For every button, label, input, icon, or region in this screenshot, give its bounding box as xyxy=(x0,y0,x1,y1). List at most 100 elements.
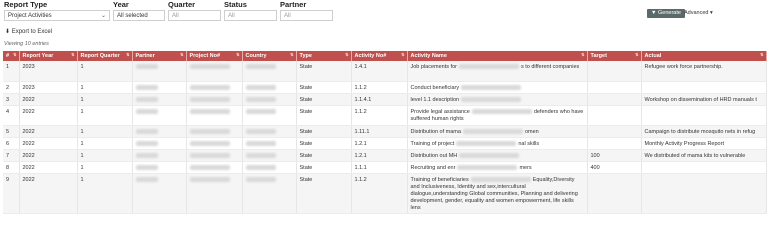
col-header-index[interactable]: # ⇅ xyxy=(3,51,20,61)
export-label: Export to Excel xyxy=(11,29,53,35)
col-header-activity-name[interactable]: Activity Name ⇅ xyxy=(407,51,588,61)
cell-actual: Campaign to distribute mosquito nets in … xyxy=(641,125,767,138)
cell-project-no xyxy=(186,61,243,82)
quarter-select[interactable]: All xyxy=(168,10,221,21)
filter-icon: ▼ xyxy=(651,10,657,16)
cell-index: 9 xyxy=(3,173,20,214)
cell-activity-no: 1.2.1 xyxy=(351,149,408,162)
table-row[interactable]: 1 2023 1 State 1.4.1 Job placements for s to d… xyxy=(3,61,767,82)
col-header-country[interactable]: Country ⇅ xyxy=(242,51,297,61)
cell-activity-name: Recruiting and enr mers xyxy=(407,161,588,174)
year-value: All selected xyxy=(117,13,148,19)
redacted-text xyxy=(135,152,158,158)
cell-partner xyxy=(132,173,187,214)
col-header-report-year[interactable]: Report Year ⇅ xyxy=(19,51,78,61)
generate-button[interactable]: ▼ Generate xyxy=(647,9,685,18)
cell-partner xyxy=(132,81,187,94)
cell-partner xyxy=(132,149,187,162)
table-row[interactable]: 4 2022 1 State 1.1.2 Provide legal assistance… xyxy=(3,105,767,126)
cell-type: State xyxy=(296,93,352,106)
cell-activity-no: 1.1.4.1 xyxy=(351,93,408,106)
advanced-label: Advanced xyxy=(684,10,709,16)
year-select[interactable]: All selected xyxy=(113,10,165,21)
cell-partner xyxy=(132,61,187,82)
cell-type: State xyxy=(296,173,352,214)
redacted-text xyxy=(456,140,517,146)
col-header-project-no[interactable]: Project No# ⇅ xyxy=(186,51,243,61)
redacted-text xyxy=(470,176,531,182)
redacted-text xyxy=(135,176,158,182)
sort-icon: ⇅ xyxy=(13,52,17,57)
cell-type: State xyxy=(296,137,352,150)
cell-target xyxy=(587,125,642,138)
cell-actual xyxy=(641,161,767,174)
activity-name-text: mers xyxy=(519,164,532,171)
table-row[interactable]: 6 2022 1 State 1.2.1 Training of project nal s… xyxy=(3,137,767,150)
cell-activity-name: level 1.1 description xyxy=(407,93,588,106)
cell-report-year: 2022 xyxy=(19,161,78,174)
redacted-text xyxy=(461,96,522,102)
partner-select[interactable]: All xyxy=(280,10,333,21)
cell-project-no xyxy=(186,81,243,94)
redacted-text xyxy=(471,108,532,114)
generate-label: Generate xyxy=(657,10,681,16)
cell-partner xyxy=(132,105,187,126)
cell-type: State xyxy=(296,105,352,126)
cell-report-year: 2022 xyxy=(19,125,78,138)
export-excel-button[interactable]: ⬇ Export to Excel xyxy=(5,28,52,35)
sort-icon: ⇅ xyxy=(180,52,184,57)
cell-country xyxy=(242,161,297,174)
table-row[interactable]: 3 2022 1 State 1.1.4.1 level 1.1 description W… xyxy=(3,93,767,106)
activity-name-text: Training of beneficiaries xyxy=(410,176,469,183)
cell-target xyxy=(587,137,642,150)
cell-project-no xyxy=(186,173,243,214)
cell-report-year: 2022 xyxy=(19,93,78,106)
cell-actual: We distributed of mama kits to vulnerabl… xyxy=(641,149,767,162)
cell-activity-name: Distribution out MH xyxy=(407,149,588,162)
activity-name-text: Distribution of mama xyxy=(410,128,461,135)
cell-activity-name: Conduct beneficiary xyxy=(407,81,588,94)
col-header-partner[interactable]: Partner ⇅ xyxy=(132,51,187,61)
table-row[interactable]: 9 2022 1 State 1.1.2 Training of beneficiarie… xyxy=(3,173,767,214)
col-header-report-quarter[interactable]: Report Quarter ⇅ xyxy=(77,51,133,61)
col-header-type[interactable]: Type ⇅ xyxy=(296,51,352,61)
report-type-select[interactable]: Project Activities ⌄ xyxy=(4,10,110,21)
table-row[interactable]: 7 2022 1 State 1.2.1 Distribution out MH 100 We… xyxy=(3,149,767,162)
redacted-text xyxy=(189,96,230,102)
activity-name-text: Job placements for xyxy=(410,64,457,70)
col-header-actual[interactable]: Actual ⇅ xyxy=(641,51,767,61)
cell-target xyxy=(587,105,642,126)
redacted-text xyxy=(459,152,520,158)
cell-activity-name: Distribution of mama omen xyxy=(407,125,588,138)
redacted-text xyxy=(458,64,519,70)
advanced-button[interactable]: Advanced ▾ xyxy=(684,9,713,18)
cell-activity-name: Training of project nal skills xyxy=(407,137,588,150)
status-select[interactable]: All xyxy=(224,10,277,21)
redacted-text xyxy=(245,84,276,90)
redacted-text xyxy=(189,176,230,182)
redacted-text xyxy=(457,164,518,170)
activities-table: # ⇅ Report Year ⇅ Report Quarter ⇅ Partner ⇅… xyxy=(3,51,767,214)
year-label: Year xyxy=(113,0,129,9)
activity-name-text: nal skills xyxy=(518,140,540,147)
table-row[interactable]: 8 2022 1 State 1.1.1 Recruiting and enr mers 40… xyxy=(3,161,767,174)
cell-index: 4 xyxy=(3,105,20,126)
cell-report-quarter: 1 xyxy=(77,125,133,138)
redacted-text xyxy=(189,164,230,170)
cell-project-no xyxy=(186,105,243,126)
activity-name-text: Conduct beneficiary xyxy=(410,84,460,91)
cell-activity-no: 1.1.2 xyxy=(351,81,408,94)
activity-name-text: s to different companies xyxy=(520,64,580,70)
table-row[interactable]: 2 2023 1 State 1.1.2 Conduct beneficiary xyxy=(3,81,767,94)
cell-activity-no: 1.1.1 xyxy=(351,161,408,174)
table-row[interactable]: 5 2022 1 State 1.11.1 Distribution of mama ome… xyxy=(3,125,767,138)
cell-actual: Workshop on dissemination of HRD manuals… xyxy=(641,93,767,106)
quarter-placeholder: All xyxy=(172,13,179,19)
col-header-target[interactable]: Target ⇅ xyxy=(587,51,642,61)
redacted-text xyxy=(135,128,158,134)
download-icon: ⬇ xyxy=(5,29,11,35)
redacted-text xyxy=(245,108,276,114)
cell-report-quarter: 1 xyxy=(77,149,133,162)
col-header-activity-no[interactable]: Activity No# ⇅ xyxy=(351,51,408,61)
redacted-text xyxy=(189,108,230,114)
